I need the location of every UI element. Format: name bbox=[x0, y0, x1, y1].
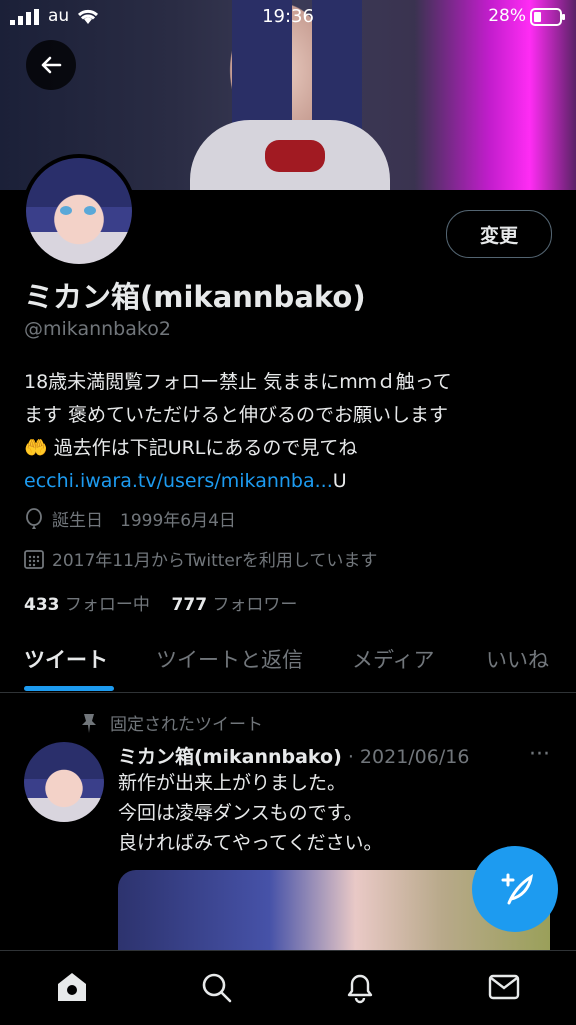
nav-messages[interactable] bbox=[484, 967, 524, 1007]
tweet-header: ミカン箱(mikannbako) · 2021/06/16 bbox=[118, 742, 469, 769]
status-bar: au 19:36 28% bbox=[0, 0, 576, 32]
following-count: 433 bbox=[24, 595, 60, 615]
birthday-text: 誕生日 1999年6月4日 bbox=[52, 511, 236, 531]
balloon-icon bbox=[26, 507, 42, 529]
following-link[interactable]: 433 フォロー中 bbox=[24, 595, 150, 615]
search-icon bbox=[202, 973, 232, 1003]
tweet-text: 新作が出来上がりました。 今回は凌辱ダンスものです。 良ければみてやってください… bbox=[118, 772, 383, 854]
edit-profile-button[interactable]: 変更 bbox=[446, 210, 552, 258]
birthday-row: 誕生日 1999年6月4日 bbox=[24, 506, 236, 531]
followers-link[interactable]: 777 フォロワー bbox=[172, 595, 298, 615]
pinned-label: 固定されたツイート bbox=[110, 715, 263, 735]
joined-row: 2017年11月からTwitterを利用しています bbox=[24, 546, 377, 571]
tweet-avatar[interactable] bbox=[24, 742, 104, 822]
followers-count: 777 bbox=[171, 595, 208, 615]
follow-stats: 433 フォロー中 777 フォロワー bbox=[24, 590, 297, 615]
bell-icon bbox=[347, 974, 373, 1004]
back-button[interactable] bbox=[26, 40, 76, 90]
profile-tabs: ツイート ツイートと返信 メディア いいね bbox=[0, 634, 576, 693]
mail-icon bbox=[488, 974, 520, 1000]
bio-link-suffix: U bbox=[332, 470, 347, 492]
profile-bio: 18歳未満閲覧フォロー禁止 気ままにmｍｄ触って ます 褒めていただけると伸びる… bbox=[24, 366, 544, 498]
pin-icon bbox=[82, 713, 96, 733]
tab-likes[interactable]: いいね bbox=[486, 644, 549, 674]
display-name: ミカン箱(mikannbako) bbox=[24, 280, 366, 314]
calendar-icon bbox=[24, 549, 44, 569]
profile-avatar[interactable] bbox=[22, 154, 136, 268]
compose-button[interactable] bbox=[472, 846, 558, 932]
pinned-indicator: 固定されたツイート bbox=[80, 710, 263, 735]
bottom-navigation bbox=[0, 950, 576, 1025]
tweet-author[interactable]: ミカン箱(mikannbako) bbox=[118, 746, 342, 768]
nav-home[interactable] bbox=[52, 967, 92, 1007]
user-handle: @mikannbako2 bbox=[24, 318, 171, 340]
tab-tweets[interactable]: ツイート bbox=[24, 644, 108, 674]
battery-icon bbox=[530, 8, 565, 26]
tab-media[interactable]: メディア bbox=[352, 644, 435, 674]
active-tab-indicator bbox=[24, 686, 114, 691]
tab-tweets-replies[interactable]: ツイートと返信 bbox=[156, 644, 303, 674]
feather-plus-icon bbox=[501, 873, 534, 905]
tweet-more-button[interactable]: ··· bbox=[529, 742, 550, 767]
nav-search[interactable] bbox=[196, 967, 236, 1007]
bio-link[interactable]: ecchi.iwara.tv/users/mikannba... bbox=[24, 470, 333, 492]
home-icon bbox=[58, 973, 86, 1001]
bio-line: ます 褒めていただけると伸びるのでお願いします bbox=[24, 404, 449, 426]
followers-label: フォロワー bbox=[212, 595, 298, 615]
bio-line: 🤲 過去作は下記URLにあるので見てね bbox=[24, 437, 358, 459]
joined-text: 2017年11月からTwitterを利用しています bbox=[52, 551, 378, 571]
battery-percent: 28% bbox=[488, 6, 526, 26]
nav-notifications[interactable] bbox=[340, 967, 380, 1007]
arrow-left-icon bbox=[41, 56, 62, 74]
tweet-date[interactable]: · 2021/06/16 bbox=[348, 746, 470, 768]
following-label: フォロー中 bbox=[64, 595, 150, 615]
bio-line: 18歳未満閲覧フォロー禁止 気ままにmｍｄ触って bbox=[24, 371, 452, 393]
